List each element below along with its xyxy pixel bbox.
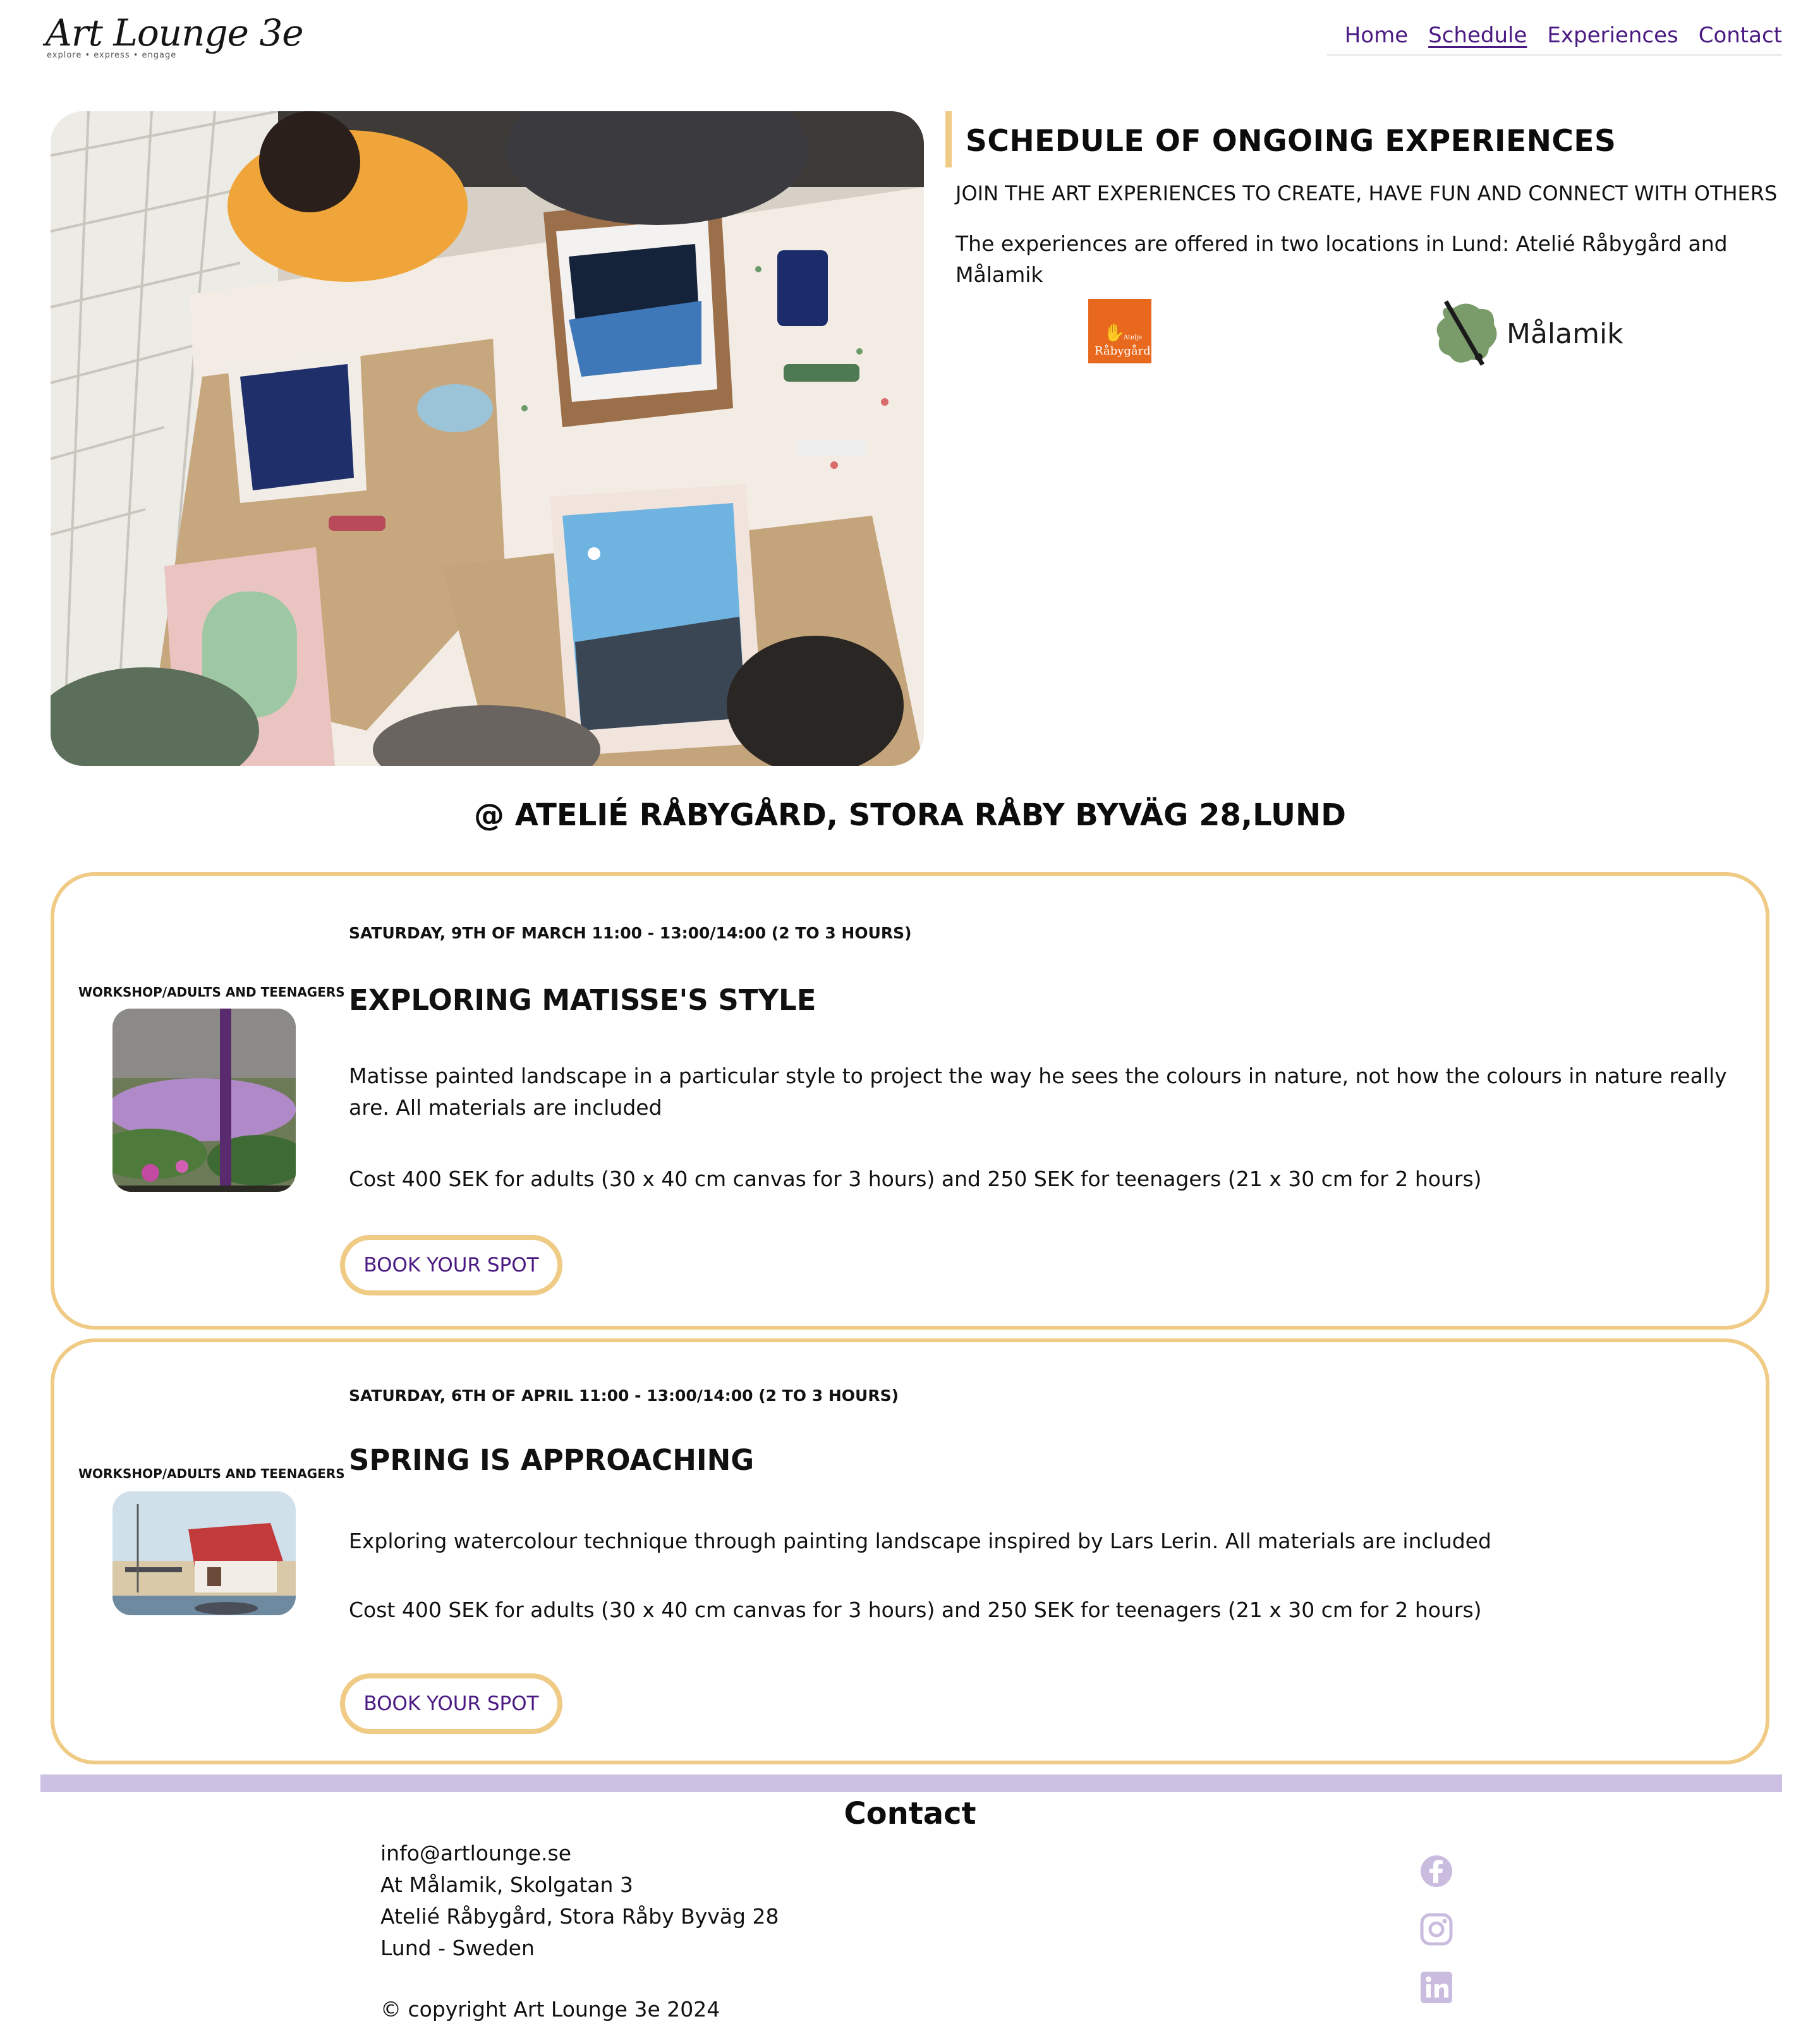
logo-tagline: explore • express • engage — [47, 51, 177, 60]
rabygard-logo-small-text: Atelje — [1124, 334, 1143, 341]
contact-address-malamik: At Målamik, Skolgatan 3 — [380, 1872, 633, 1897]
contact-email[interactable]: info@artlounge.se — [380, 1838, 779, 1869]
linkedin-icon[interactable] — [1419, 1970, 1453, 2005]
event-title: SPRING IS APPROACHING — [349, 1443, 755, 1477]
main-nav: Home Schedule Experiences Contact — [1326, 23, 1782, 56]
hand-icon: ✋ — [1103, 322, 1125, 343]
malamik-logo: Målamik — [1432, 299, 1628, 367]
rabygard-logo: ✋ Atelje Råbygård — [1088, 299, 1151, 363]
event-title: EXPLORING MATISSE'S STYLE — [349, 983, 816, 1017]
site-logo[interactable]: Art Lounge 3e explore • express • engage — [46, 11, 304, 67]
event-date: SATURDAY, 9TH OF MARCH 11:00 - 13:00/14:… — [349, 924, 912, 942]
watercolour-barn-image — [112, 1491, 296, 1615]
book-your-spot-button[interactable]: BOOK YOUR SPOT — [340, 1235, 562, 1295]
rabygard-logo-name: Råbygård — [1095, 344, 1151, 358]
contact-details: info@artlounge.se At Målamik, Skolgatan … — [380, 1838, 779, 1964]
malamik-logo-name: Målamik — [1507, 318, 1623, 350]
event-date: SATURDAY, 6TH OF APRIL 11:00 - 13:00/14:… — [349, 1386, 899, 1405]
footer-divider-bar — [40, 1774, 1782, 1792]
location-heading: @ ATELIÉ RÅBYGÅRD, STORA RÅBY BYVÄG 28,L… — [474, 798, 1346, 833]
event-card: WORKSHOP/ADULTS AND TEENAGERS SATURDAY, … — [51, 1338, 1769, 1764]
hero-intro: SCHEDULE OF ONGOING EXPERIENCES JOIN THE… — [945, 111, 1786, 375]
hero-photo-art — [51, 111, 924, 766]
event-cost: Cost 400 SEK for adults (30 x 40 cm canv… — [349, 1598, 1482, 1622]
facebook-icon[interactable] — [1419, 1854, 1453, 1888]
hero-workshop-photo — [51, 111, 924, 766]
nav-home[interactable]: Home — [1345, 23, 1408, 48]
hero-title-block: SCHEDULE OF ONGOING EXPERIENCES — [945, 111, 1786, 167]
event-cost: Cost 400 SEK for adults (30 x 40 cm canv… — [349, 1167, 1482, 1191]
event-description: Matisse painted landscape in a particula… — [349, 1064, 1727, 1120]
paint-splash-icon — [1436, 300, 1497, 366]
instagram-icon[interactable] — [1419, 1912, 1453, 1946]
event-thumbnail — [112, 1009, 296, 1192]
nav-experiences[interactable]: Experiences — [1547, 23, 1678, 48]
location-logos: ✋ Atelje Råbygård Målamik — [945, 299, 1786, 375]
hero-description: The experiences are offered in two locat… — [956, 231, 1728, 287]
footer-contact-title: Contact — [844, 1796, 976, 1831]
page-title: SCHEDULE OF ONGOING EXPERIENCES — [966, 124, 1617, 159]
book-your-spot-button[interactable]: BOOK YOUR SPOT — [340, 1673, 562, 1734]
event-card: WORKSHOP/ADULTS AND TEENAGERS SATURDAY, … — [51, 872, 1769, 1330]
event-category: WORKSHOP/ADULTS AND TEENAGERS — [78, 1466, 345, 1481]
contact-address-rabygard: Atelié Råbygård, Stora Råby Byväg 28 — [380, 1904, 779, 1929]
event-description: Exploring watercolour technique through … — [349, 1529, 1491, 1553]
nav-contact[interactable]: Contact — [1699, 23, 1782, 48]
nav-schedule[interactable]: Schedule — [1428, 23, 1527, 48]
logo-text: Art Lounge 3e — [46, 11, 304, 54]
event-thumbnail — [112, 1491, 296, 1615]
copyright: © copyright Art Lounge 3e 2024 — [380, 1997, 720, 2022]
event-category: WORKSHOP/ADULTS AND TEENAGERS — [78, 985, 345, 1000]
matisse-landscape-image — [112, 1009, 296, 1192]
contact-city: Lund - Sweden — [380, 1936, 535, 1960]
hero-subtitle: JOIN THE ART EXPERIENCES TO CREATE, HAVE… — [956, 181, 1778, 205]
